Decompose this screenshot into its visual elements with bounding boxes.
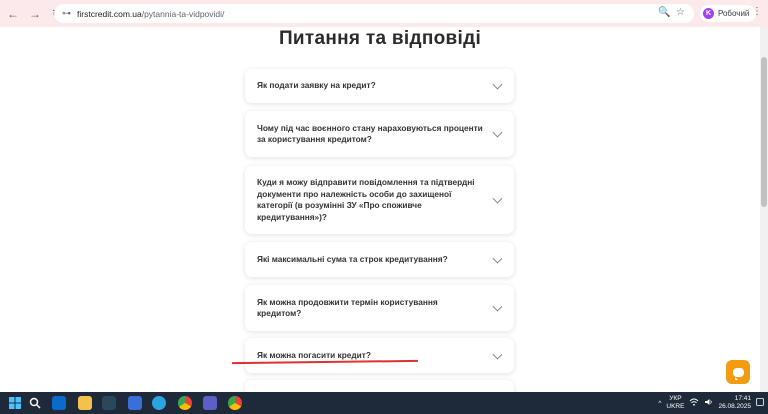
- lang-bottom: UKRE: [666, 403, 685, 410]
- faq-item[interactable]: Чому під час воєнного стану нараховуютьс…: [245, 111, 514, 157]
- mail-icon[interactable]: [52, 396, 66, 410]
- windows-icon[interactable]: [8, 396, 22, 410]
- clock[interactable]: 17:41 26.08.2025: [718, 395, 751, 411]
- faq-question: Які максимальні сума та строк кредитуван…: [257, 253, 448, 264]
- chevron-down-icon: [492, 349, 503, 360]
- faq-item[interactable]: Як подати заявку на кредит?: [245, 69, 514, 103]
- chevron-down-icon: [492, 127, 503, 138]
- clock-time: 17:41: [734, 395, 751, 402]
- chevron-down-icon: [492, 301, 503, 312]
- search-icon[interactable]: [28, 396, 42, 410]
- faq-question: Чому під час воєнного стану нараховуютьс…: [257, 122, 483, 145]
- clock-date: 26.08.2025: [718, 403, 751, 410]
- back-icon[interactable]: ←: [4, 5, 22, 23]
- profile-button[interactable]: K Робочий: [700, 5, 757, 22]
- chat-icon: [732, 367, 744, 380]
- faq-item[interactable]: Які максимальні сума та строк кредитуван…: [245, 242, 514, 277]
- store-icon[interactable]: [128, 396, 142, 410]
- chrome-icon[interactable]: [178, 396, 192, 410]
- bookmark-star-icon[interactable]: ☆: [676, 7, 685, 18]
- volume-icon[interactable]: [704, 398, 713, 408]
- faq-item[interactable]: Куди я можу відправити повідомлення та п…: [245, 166, 514, 234]
- address-bar[interactable]: ⊶ firstcredit.com.ua/pytannia-ta-vidpovi…: [54, 4, 694, 23]
- scrollbar-thumb[interactable]: [761, 57, 767, 207]
- forward-icon[interactable]: →: [26, 5, 44, 23]
- url-domain: firstcredit.com.ua: [77, 8, 142, 19]
- faq-question: Куди я можу відправити повідомлення та п…: [257, 177, 475, 222]
- page-title: Питання та відповіді: [278, 28, 482, 49]
- url-path: /pytannia-ta-vidpovidi/: [141, 8, 225, 19]
- faq-question: Як можна продовжити термін користування …: [257, 296, 438, 319]
- file-explorer-icon[interactable]: [78, 396, 92, 410]
- language-indicator[interactable]: УКР UKRE: [666, 395, 684, 411]
- avatar: K: [703, 8, 714, 19]
- lang-top: УКР: [669, 395, 682, 402]
- page-content: Питання та відповіді Як подати заявку на…: [0, 27, 760, 392]
- chrome-active-icon[interactable]: [228, 396, 242, 410]
- faq-item[interactable]: Як можна продовжити термін користування …: [245, 285, 514, 331]
- system-tray: ^ УКР UKRE 17:41 26.08.2025: [658, 392, 764, 414]
- chevron-down-icon: [492, 253, 503, 264]
- teams-icon[interactable]: [203, 396, 217, 410]
- chevron-down-icon: [492, 193, 503, 204]
- telegram-icon[interactable]: [152, 396, 166, 410]
- faq-item[interactable]: Як можна погасити кредит?: [245, 338, 514, 373]
- wifi-icon[interactable]: [689, 398, 699, 408]
- faq-question: Як можна погасити кредит?: [257, 349, 371, 360]
- chat-button[interactable]: [726, 360, 750, 384]
- profile-label: Робочий: [718, 9, 750, 18]
- browser-toolbar: ← → ↻ ⊶ firstcredit.com.ua/pytannia-ta-v…: [0, 0, 768, 27]
- zoom-icon[interactable]: 🔍: [658, 7, 670, 18]
- tray-arrow-icon[interactable]: ^: [658, 400, 661, 407]
- steam-icon[interactable]: [102, 396, 116, 410]
- browser-menu-icon[interactable]: ⋮: [752, 6, 762, 17]
- chevron-down-icon: [492, 79, 503, 90]
- notifications-icon[interactable]: [756, 398, 764, 408]
- scrollbar[interactable]: [760, 27, 768, 392]
- site-info-icon[interactable]: ⊶: [62, 8, 71, 19]
- faq-question: Як подати заявку на кредит?: [257, 80, 376, 91]
- taskbar: ^ УКР UKRE 17:41 26.08.2025: [0, 392, 768, 414]
- faq-item-partial[interactable]: [245, 380, 514, 392]
